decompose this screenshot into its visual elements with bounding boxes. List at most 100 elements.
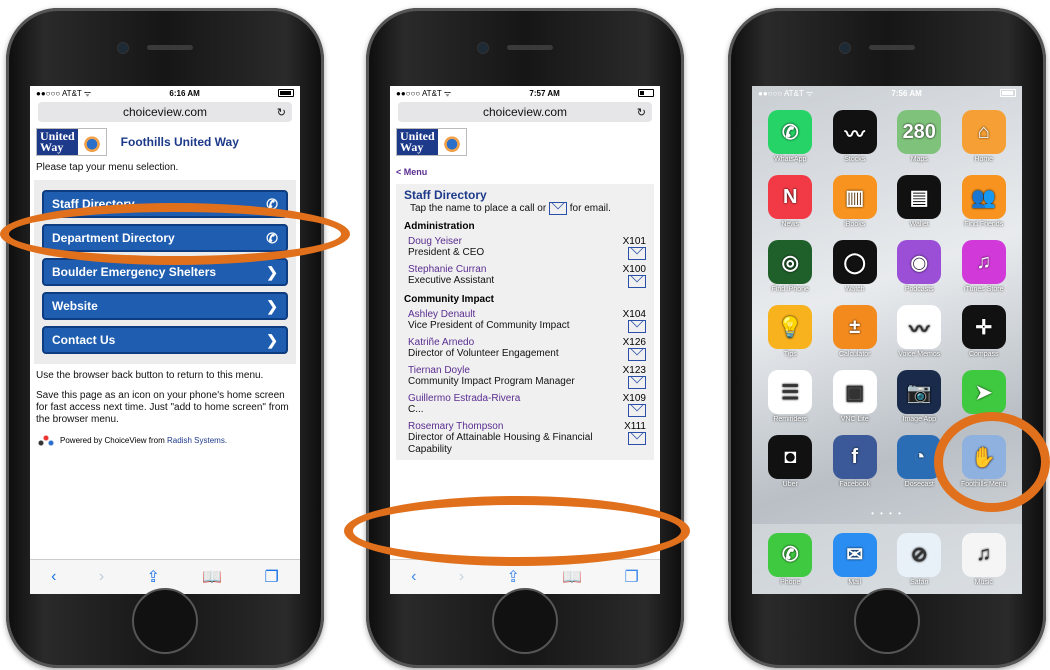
list-item[interactable]: Rosemary Thompson Director of Attainable … [408, 421, 646, 456]
app-icon[interactable]: ♫ iTunes Store [952, 240, 1017, 293]
app-icon[interactable]: ◉ Podcasts [887, 240, 952, 293]
email-icon[interactable] [628, 404, 646, 418]
app-icon[interactable]: ▣ VNC Lite [823, 370, 888, 423]
app-glyph-icon: ◘ [768, 435, 813, 479]
app-label: Mail [848, 578, 862, 586]
instruction: Tap the name to place a call or for emai… [410, 202, 611, 215]
home-button[interactable] [132, 588, 198, 654]
app-icon[interactable]: ± Calculator [823, 305, 888, 358]
speaker [147, 45, 193, 50]
email-icon[interactable] [628, 247, 646, 261]
back-arrow-icon[interactable]: ‹ [411, 568, 416, 586]
email-icon[interactable] [628, 348, 646, 362]
app-icon[interactable]: ✛ Compass [952, 305, 1017, 358]
app-icon[interactable]: f Facebook [823, 435, 888, 488]
list-item[interactable]: Ashley Denault Vice President of Communit… [408, 309, 646, 334]
clock: 7:56 AM [891, 88, 922, 98]
status-bar: ●●○○○ AT&T ᯤ 7:57 AM [390, 86, 660, 100]
app-icon[interactable]: ⊘ Safari [887, 532, 952, 586]
prompt-text: Please tap your menu selection. [36, 162, 179, 173]
camera [477, 42, 489, 54]
email-icon[interactable] [628, 275, 646, 289]
address-bar[interactable]: choiceview.com ↻ [38, 102, 292, 122]
app-icon[interactable]: ♫ Music [952, 532, 1017, 586]
app-icon[interactable]: 280 Maps [887, 110, 952, 163]
app-icon[interactable]: 〰 Stocks [823, 110, 888, 163]
app-label: WhatsApp [774, 156, 807, 163]
app-icon[interactable]: 👥 Find Friends [952, 175, 1017, 228]
app-icon[interactable]: 〰 Voice Memos [887, 305, 952, 358]
app-icon[interactable]: ◯ Watch [823, 240, 888, 293]
share-icon[interactable]: ⇪ [146, 567, 159, 587]
app-icon[interactable]: ◘ Uber [758, 435, 823, 488]
carrier: ●●○○○ AT&T ᯤ [36, 88, 92, 98]
app-icon[interactable]: ✆ Phone [758, 532, 823, 586]
list-item[interactable]: Tiernan Doyle Community Impact Program Ma… [408, 365, 646, 390]
email-icon[interactable] [628, 320, 646, 334]
app-icon[interactable]: ✆ WhatsApp [758, 110, 823, 163]
bookmarks-icon[interactable]: 📖 [562, 567, 582, 587]
home-button[interactable] [854, 588, 920, 654]
url-text: choiceview.com [482, 105, 568, 119]
header: United Way Foothills United Way [30, 124, 300, 160]
app-icon[interactable]: N News [758, 175, 823, 228]
page-title: Foothills United Way [120, 135, 239, 149]
home-button[interactable] [492, 588, 558, 654]
home-screen: ●●○○○ AT&T ᯤ 7:56 AM ✆ WhatsApp 〰 Stocks 280… [752, 86, 1022, 594]
app-label: Stocks [844, 156, 866, 163]
app-label: Phone [780, 578, 801, 586]
share-icon[interactable]: ⇪ [506, 567, 519, 587]
app-icon[interactable]: ◎ Find iPhone [758, 240, 823, 293]
email-icon[interactable] [628, 376, 646, 390]
staff-directory-panel: Staff Directory Tap the name to place a … [396, 184, 654, 461]
list-item[interactable]: Guillermo Estrada-Rivera C... X109 [408, 393, 646, 418]
carrier: ●●○○○ AT&T ᯤ [758, 88, 814, 98]
app-label: Find iPhone [771, 286, 809, 293]
app-glyph-icon: ⌂ [961, 110, 1006, 154]
app-label: Podcasts [904, 286, 934, 293]
app-glyph-icon: ☰ [768, 370, 813, 414]
app-icon[interactable]: 📷 Image App [887, 370, 952, 423]
speaker [507, 45, 553, 50]
back-arrow-icon[interactable]: ‹ [51, 568, 56, 586]
list-item[interactable]: Stephanie Curran Executive Assistant X100 [408, 264, 646, 289]
app-label: iTunes Store [964, 286, 1004, 293]
highlight-rosemary-thompson [344, 496, 690, 566]
app-label: Dosecast [904, 481, 934, 488]
section-heading: Community Impact [404, 294, 495, 306]
back-to-menu-link[interactable]: < Menu [390, 164, 660, 180]
email-icon[interactable] [628, 432, 646, 446]
tabs-icon[interactable]: ❐ [624, 567, 638, 587]
app-icon[interactable]: ⌂ Home [952, 110, 1017, 163]
reload-icon[interactable]: ↻ [277, 106, 286, 119]
reload-icon[interactable]: ↻ [637, 106, 646, 119]
app-label: Tips [783, 351, 797, 358]
united-way-logo: United Way [396, 128, 467, 156]
app-glyph-icon: ▥ [832, 175, 877, 219]
app-label: Wallet [909, 221, 929, 228]
menu-contact-us[interactable]: Contact Us ❯ [42, 326, 288, 354]
app-icon[interactable]: ▥ iBooks [823, 175, 888, 228]
list-item[interactable]: Doug Yeiser President & CEO X101 [408, 236, 646, 261]
forward-arrow-icon[interactable]: › [459, 568, 464, 586]
tabs-icon[interactable]: ❐ [264, 567, 278, 587]
app-label: VNC Lite [840, 416, 869, 423]
app-icon[interactable]: ☰ Reminders [758, 370, 823, 423]
battery-icon [999, 89, 1016, 97]
screen: ●●○○○ AT&T ᯤ 6:16 AM choiceview.com ↻ Un… [30, 86, 300, 594]
forward-arrow-icon[interactable]: › [99, 568, 104, 586]
highlight-foothills-menu-app [934, 412, 1050, 512]
radish-systems-link[interactable]: Radish Systems. [167, 436, 227, 445]
address-bar[interactable]: choiceview.com ↻ [398, 102, 652, 122]
app-label: Calculator [838, 351, 871, 358]
app-label: Maps [910, 156, 928, 163]
battery-icon [277, 89, 294, 97]
bookmarks-icon[interactable]: 📖 [202, 567, 222, 587]
app-label: Safari [910, 578, 929, 586]
app-icon[interactable]: ▤ Wallet [887, 175, 952, 228]
app-icon[interactable]: ✉ Mail [823, 532, 888, 586]
chevron-right-icon: ❯ [266, 331, 278, 348]
menu-website[interactable]: Website ❯ [42, 292, 288, 320]
list-item[interactable]: Katriñe Arnedo Director of Volunteer Enga… [408, 337, 646, 362]
app-icon[interactable]: 💡 Tips [758, 305, 823, 358]
